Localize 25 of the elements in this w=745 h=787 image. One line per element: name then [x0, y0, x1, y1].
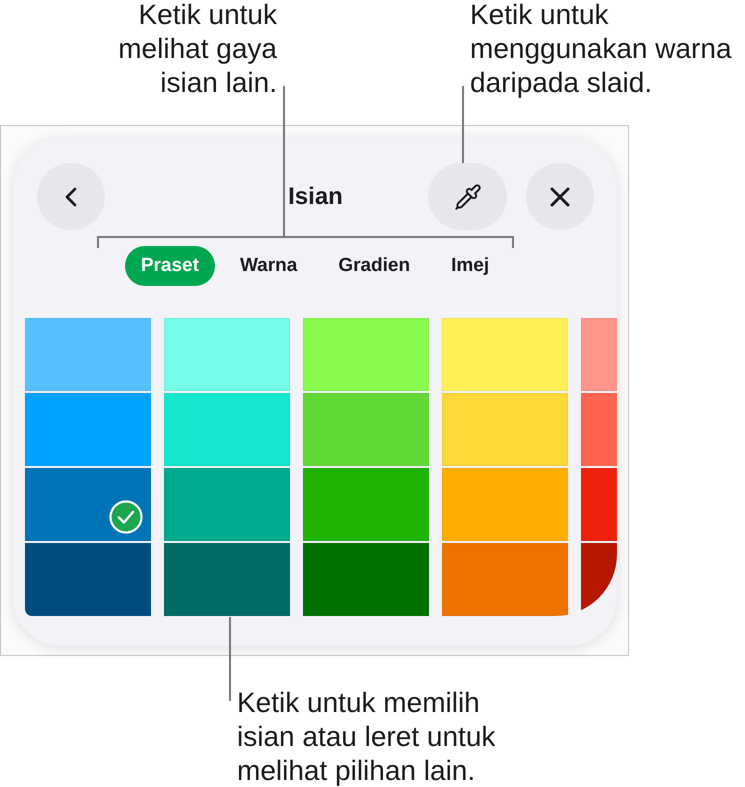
color-swatch[interactable]: [164, 393, 290, 466]
color-swatch[interactable]: [25, 393, 151, 466]
color-swatch[interactable]: [442, 318, 568, 391]
color-swatch[interactable]: [25, 468, 151, 541]
color-swatch[interactable]: [442, 393, 568, 466]
color-swatch[interactable]: [164, 543, 290, 616]
color-swatch[interactable]: [164, 468, 290, 541]
color-swatch[interactable]: [442, 468, 568, 541]
color-swatch[interactable]: [303, 393, 429, 466]
panel-title: Isian: [288, 182, 343, 210]
eyedropper-icon: [454, 182, 482, 210]
color-swatch[interactable]: [303, 318, 429, 391]
callout-text: Ketik untuk melihat gaya isian lain.: [117, 0, 277, 100]
tab[interactable]: Warna: [224, 246, 314, 286]
color-swatch[interactable]: [303, 468, 429, 541]
color-swatch[interactable]: [25, 543, 151, 616]
color-swatch[interactable]: [442, 543, 568, 616]
color-swatch[interactable]: [25, 318, 151, 391]
tab[interactable]: Gradien: [322, 246, 426, 286]
color-swatch[interactable]: [164, 318, 290, 391]
color-swatch[interactable]: [303, 543, 429, 616]
tab[interactable]: Imej: [435, 246, 506, 286]
checkmark-icon: [109, 500, 143, 534]
callout-text: Ketik untuk menggunakan warna daripada slaid.: [470, 0, 732, 100]
callout-text: Ketik untuk memilih isian atau leret untuk melihat pilihan lain.: [237, 686, 496, 787]
